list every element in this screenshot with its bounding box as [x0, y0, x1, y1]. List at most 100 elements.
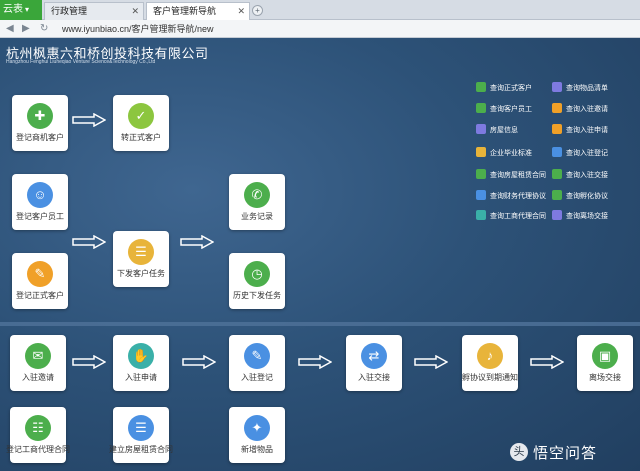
link-query-agency[interactable]: 查询工商代理合同: [476, 210, 550, 224]
card-new-items[interactable]: ✦ 新增物品: [229, 407, 285, 463]
link-label: 查询财务代理协议: [490, 193, 546, 200]
card-history-tasks[interactable]: ◷ 历史下发任务: [229, 253, 285, 309]
agreement-icon: [552, 190, 562, 201]
flow-arrow: [414, 355, 448, 369]
handover-icon: [552, 169, 562, 180]
card-label: 入驻交接: [358, 373, 390, 382]
link-label: 查询入驻登记: [566, 150, 608, 157]
link-label: 企业毕业标准: [490, 150, 532, 157]
link-label: 查询正式客户: [490, 85, 532, 92]
card-label: 登记工商代理合同: [6, 445, 70, 454]
document-icon: ☰: [128, 415, 154, 441]
link-query-employee[interactable]: 查询客户员工: [476, 103, 550, 117]
link-query-invite[interactable]: 查询入驻邀请: [552, 103, 626, 117]
link-query-leave[interactable]: 查询离场交接: [552, 210, 626, 224]
close-icon[interactable]: ✕: [131, 3, 139, 19]
id-card-icon: ☺: [27, 182, 53, 208]
card-invite-settle[interactable]: ✉ 入驻邀请: [10, 335, 66, 391]
link-graduation-standard[interactable]: 企业毕业标准: [476, 147, 550, 161]
card-label: 入驻登记: [241, 373, 273, 382]
badge-icon: [476, 147, 486, 158]
card-label: 下发客户任务: [117, 269, 165, 278]
card-settle-register[interactable]: ✎ 入驻登记: [229, 335, 285, 391]
company-name-en: Hangzhou Fenghui Liuheqiao Venture Scien…: [6, 59, 156, 65]
document-icon: ☰: [128, 239, 154, 265]
gift-icon: ✦: [244, 415, 270, 441]
link-label: 查询房屋租赁合同: [490, 172, 546, 179]
card-register-formal[interactable]: ✎ 登记正式客户: [12, 253, 68, 309]
link-label: 查询入驻申请: [566, 127, 608, 134]
link-label: 查询离场交接: [566, 213, 608, 220]
browser-tab-bar: 云表 ▾ 行政管理 ✕ 客户管理新导航 ✕ +: [0, 0, 640, 20]
clipboard-icon: ✎: [244, 343, 270, 369]
card-expire-notice[interactable]: ♪ 孵协议到期通知: [462, 335, 518, 391]
finance-icon: [476, 190, 486, 201]
flow-arrow: [72, 235, 106, 249]
flow-arrow: [530, 355, 564, 369]
card-leave-handover[interactable]: ▣ 离场交接: [577, 335, 633, 391]
card-label: 孵协议到期通知: [462, 373, 518, 382]
house-icon: [476, 124, 486, 135]
link-label: 查询物品清单: [566, 85, 608, 92]
card-register-potential[interactable]: ✚ 登记商机客户: [12, 95, 68, 151]
close-icon[interactable]: ✕: [237, 3, 245, 19]
clock-icon: ◷: [244, 261, 270, 287]
link-query-handover[interactable]: 查询入驻交接: [552, 169, 626, 183]
contract-icon: ☷: [25, 415, 51, 441]
flow-arrow: [182, 355, 216, 369]
url-input[interactable]: www.iyunbiao.cn/客户管理新导航/new: [62, 23, 214, 35]
card-register-agency[interactable]: ☷ 登记工商代理合同: [6, 407, 70, 463]
link-label: 查询孵化协议: [566, 193, 608, 200]
tab-customer-nav[interactable]: 客户管理新导航 ✕: [146, 2, 250, 20]
phone-icon: ✆: [244, 182, 270, 208]
link-query-lease[interactable]: 查询房屋租赁合同: [476, 169, 550, 183]
link-house-info[interactable]: 房屋信息: [476, 124, 550, 138]
chevron-down-icon: ▾: [25, 5, 30, 14]
link-query-finance[interactable]: 查询财务代理协议: [476, 190, 550, 204]
refresh-icon[interactable]: ↻: [40, 23, 48, 35]
forward-icon[interactable]: ▶: [22, 23, 30, 35]
link-query-apply[interactable]: 查询入驻申请: [552, 124, 626, 138]
card-label: 入驻邀请: [22, 373, 54, 382]
clipboard-icon: ✎: [27, 261, 53, 287]
new-tab-button[interactable]: +: [252, 5, 263, 16]
link-query-items[interactable]: 查询物品清单: [552, 82, 626, 96]
link-query-register[interactable]: 查询入驻登记: [552, 147, 626, 161]
contract-icon: [476, 210, 486, 221]
card-register-employee[interactable]: ☺ 登记客户员工: [12, 174, 68, 230]
card-issue-task[interactable]: ☰ 下发客户任务: [113, 231, 169, 287]
card-settle-apply[interactable]: ✋ 入驻申请: [113, 335, 169, 391]
flow-arrow: [72, 355, 106, 369]
card-lease-contract[interactable]: ☰ 建立房屋租赁合同: [109, 407, 173, 463]
link-label: 查询入驻交接: [566, 172, 608, 179]
card-task-record[interactable]: ✆ 业务记录: [229, 174, 285, 230]
link-label: 查询工商代理合同: [490, 213, 546, 220]
address-bar: ◀ ▶ ↻ www.iyunbiao.cn/客户管理新导航/new: [0, 20, 640, 38]
back-icon[interactable]: ◀: [6, 23, 14, 35]
invite-icon: ✉: [25, 343, 51, 369]
link-query-formal[interactable]: 查询正式客户: [476, 82, 550, 96]
card-label: 转正式客户: [121, 133, 161, 142]
tab-label: 行政管理: [51, 6, 88, 16]
tab-label: 客户管理新导航: [153, 6, 217, 16]
watermark-text: 悟空问答: [533, 443, 598, 462]
card-label: 历史下发任务: [233, 291, 281, 300]
monitor-icon: ▣: [592, 343, 618, 369]
handover-icon: ⇄: [361, 343, 387, 369]
card-label: 登记客户员工: [16, 212, 64, 221]
card-convert-formal[interactable]: ✓ 转正式客户: [113, 95, 169, 151]
link-label: 查询客户员工: [490, 106, 532, 113]
card-label: 登记商机客户: [16, 133, 64, 142]
form-icon: [552, 124, 562, 135]
tab-admin[interactable]: 行政管理 ✕: [44, 2, 144, 20]
brand-menu-button[interactable]: 云表 ▾: [0, 0, 42, 20]
card-label: 新增物品: [241, 445, 273, 454]
card-label: 登记正式客户: [16, 291, 64, 300]
flow-arrow: [72, 113, 106, 127]
bell-icon: ♪: [477, 343, 503, 369]
link-query-incubation[interactable]: 查询孵化协议: [552, 190, 626, 204]
card-settle-handover[interactable]: ⇄ 入驻交接: [346, 335, 402, 391]
list-icon: [552, 82, 562, 93]
card-label: 离场交接: [589, 373, 621, 382]
card-label: 建立房屋租赁合同: [109, 445, 173, 454]
